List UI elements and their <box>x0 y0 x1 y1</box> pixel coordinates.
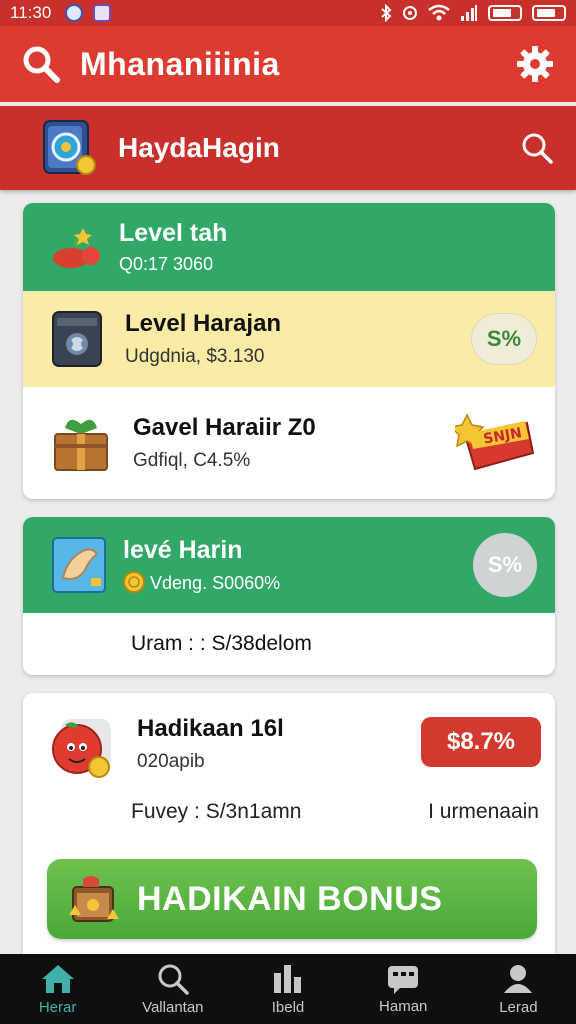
bonus-detail-left: Fuvey : S/3n1amn <box>131 800 302 823</box>
level-card-2-subtitle: Vdeng. S0060% <box>123 571 280 594</box>
vault-app-icon <box>43 120 96 175</box>
chat-icon <box>388 965 419 994</box>
search-icon <box>158 964 189 995</box>
nav-item-search[interactable]: Vallantan <box>115 954 230 1024</box>
search-icon[interactable] <box>22 45 60 83</box>
tomato-coin-icon <box>52 719 111 778</box>
bonus-card-details: Fuvey : S/3n1amn I urmenaain <box>23 785 555 839</box>
level-card-header: Level tah Q0:17 3060 <box>23 203 555 291</box>
bonus-button-label: HADIKAIN BONUS <box>137 879 443 918</box>
discount-badge[interactable]: S% <box>471 313 537 365</box>
scroll-map-icon <box>52 537 106 593</box>
app-title: Mhananiiinia <box>80 45 280 82</box>
row-title: Level Harajan <box>125 310 282 337</box>
app-notification-icon <box>65 4 84 22</box>
bonus-button[interactable]: HADIKAIN BONUS <box>47 859 537 939</box>
bottom-nav: Herar Vallantan Ibeld Haman Lerad <box>0 954 576 1024</box>
wifi-icon <box>428 4 450 21</box>
nav-item-chat[interactable]: Haman <box>346 954 461 1024</box>
list-item[interactable]: Gavel Haraiir Z0 Gdfiql, C4.5% SNJN <box>23 387 555 499</box>
sale-tag-icon[interactable]: SNJN <box>449 409 537 473</box>
bluetooth-icon <box>381 4 392 22</box>
gift-box-icon <box>54 419 108 471</box>
bonus-detail-right: I urmenaain <box>428 800 539 823</box>
discount-badge[interactable]: S% <box>473 533 537 597</box>
nav-label: Vallantan <box>142 998 204 1016</box>
nav-label: Herar <box>38 998 77 1016</box>
bonus-card: Hadikaan 16l 020apib $8.7% Fuvey : S/3n1… <box>23 693 555 963</box>
list-item[interactable]: Level Harajan Udgdnia, $3.130 S% <box>23 291 555 387</box>
search-icon[interactable] <box>520 131 554 165</box>
level-card-2-footer: Uram : : S/38delom <box>131 632 312 655</box>
level-card-2-title: levé Harin <box>123 536 243 564</box>
app-notification-icon-2 <box>93 4 112 22</box>
box-icon <box>52 311 102 367</box>
level-card-title: Level tah <box>119 219 228 247</box>
nav-label: Ibeld <box>271 998 305 1016</box>
nav-label: Haman <box>379 997 428 1015</box>
level-card-2-header[interactable]: levé Harin Vdeng. S0060% S% <box>23 517 555 613</box>
sub-header: HaydaHagin <box>0 106 576 190</box>
bonus-card-header: Hadikaan 16l 020apib $8.7% <box>23 693 555 785</box>
row-subtitle: Udgdnia, $3.130 <box>125 346 265 367</box>
row-subtitle: Gdfiql, C4.5% <box>133 450 251 471</box>
app-bar: Mhananiiinia <box>0 26 576 102</box>
price-button[interactable]: $8.7% <box>421 717 541 767</box>
row-title: Gavel Haraiir Z0 <box>133 414 316 441</box>
bonus-card-subtitle: 020apib <box>137 751 205 772</box>
sub-header-title: HaydaHagin <box>118 132 280 163</box>
level-card: Level tah Q0:17 3060 Level Harajan Udgdn… <box>23 203 555 499</box>
bonus-card-title: Hadikaan 16l <box>137 715 284 742</box>
battery-icon <box>488 5 522 21</box>
gear-icon[interactable] <box>516 45 554 83</box>
level-card-2-subtitle-text: Vdeng. S0060% <box>150 573 281 593</box>
profile-icon <box>504 964 533 993</box>
level-card-subtitle: Q0:17 3060 <box>119 254 214 274</box>
home-icon <box>41 964 74 993</box>
vibrate-icon <box>403 6 417 20</box>
treasure-chest-icon <box>69 876 119 922</box>
battery-icon-2 <box>532 5 566 21</box>
status-bar: 11:30 <box>0 0 576 26</box>
nav-item-profile[interactable]: Lerad <box>461 954 576 1024</box>
level-card-2: levé Harin Vdeng. S0060% S% Uram : : S/3… <box>23 517 555 675</box>
nav-label: Lerad <box>499 998 538 1016</box>
fruit-icon <box>53 228 100 268</box>
nav-item-stats[interactable]: Ibeld <box>230 954 345 1024</box>
coin-icon <box>123 571 145 593</box>
signal-icon <box>461 5 477 21</box>
stats-icon <box>274 964 301 993</box>
status-time: 11:30 <box>10 3 52 22</box>
nav-item-home[interactable]: Herar <box>0 954 115 1024</box>
